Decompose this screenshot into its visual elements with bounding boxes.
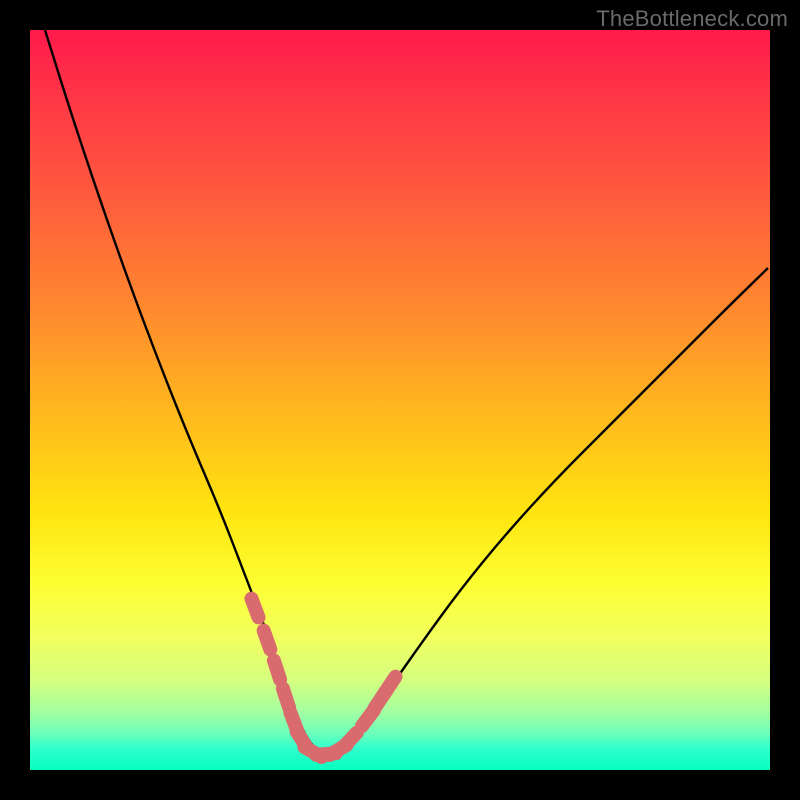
bottleneck-curve-path xyxy=(45,30,768,753)
highlight-bead xyxy=(283,688,289,707)
highlight-bead xyxy=(274,660,280,679)
highlight-bead xyxy=(264,631,271,650)
highlight-marker-group xyxy=(251,599,395,757)
bottleneck-curve-svg xyxy=(30,30,770,770)
chart-area xyxy=(30,30,770,770)
highlight-bead xyxy=(384,677,395,694)
watermark-text: TheBottleneck.com xyxy=(596,6,788,32)
highlight-bead xyxy=(251,599,258,618)
highlight-bead xyxy=(343,733,357,748)
